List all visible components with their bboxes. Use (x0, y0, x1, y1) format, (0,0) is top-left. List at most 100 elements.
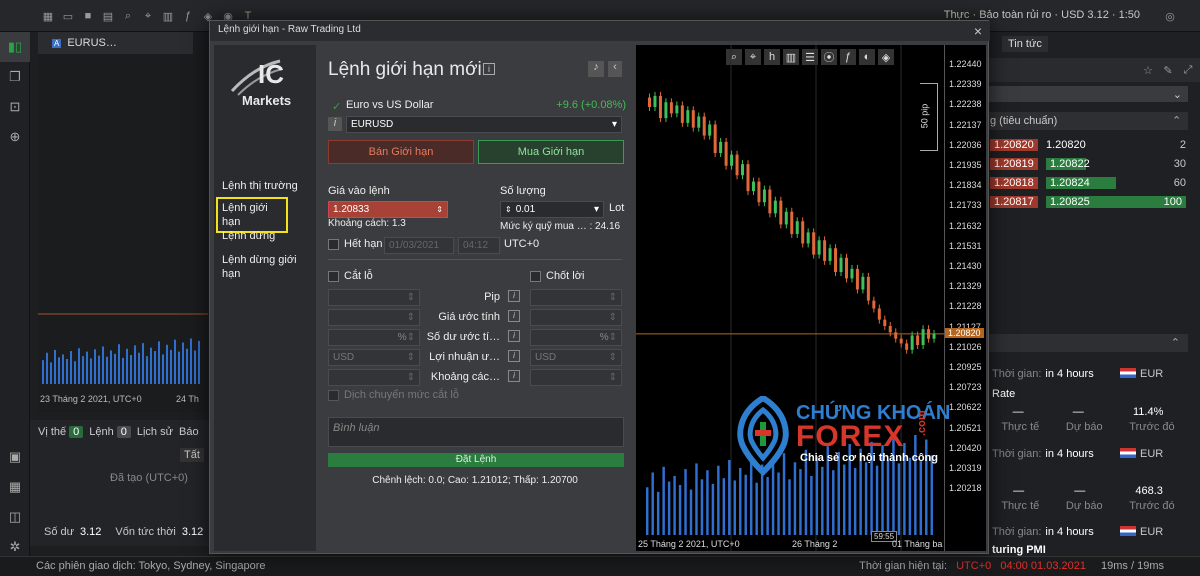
volume-bar (914, 435, 917, 535)
buy-price-row[interactable]: 1.20825 100 (1046, 196, 1186, 208)
collapse-icon[interactable]: ⌃ (1172, 114, 1181, 127)
chat-icon[interactable]: ▭ (60, 8, 76, 24)
tp-distance-input[interactable]: ⇕ (530, 369, 622, 386)
expiry-label: Hết hạn (344, 238, 383, 250)
side-stop-order[interactable]: Lệnh dừng (222, 229, 310, 243)
zoom-icon[interactable]: ⌕ (120, 8, 136, 24)
takeprofit-label: Chốt lời (546, 270, 585, 282)
tab-positions[interactable]: Vị thế 0 (38, 426, 84, 438)
cursor-icon[interactable]: ⌖ (140, 8, 156, 24)
bg-volume-bar (62, 354, 64, 384)
quantity-input[interactable]: ⇕ 0.01 ▾ (500, 201, 604, 218)
star-icon[interactable]: ☆ (1140, 62, 1156, 78)
volume-bar (739, 467, 742, 535)
volume: 30 (1173, 158, 1186, 170)
expiry-date-input[interactable]: 01/03/2021 (384, 237, 454, 254)
bg-volume-bar (74, 361, 76, 384)
volume-bar (695, 463, 698, 535)
sl-pip-input[interactable]: ⇕ (328, 289, 420, 306)
volume-bar (662, 466, 665, 535)
event-currency-2: EUR (1120, 448, 1163, 460)
side-stop-limit-order[interactable]: Lệnh dừng giới hạn (222, 253, 310, 281)
info-icon[interactable]: i (508, 290, 520, 302)
symbol-select[interactable]: EURUSD ▾ (346, 116, 622, 133)
filter-dropdown[interactable]: Tất (180, 448, 204, 462)
lot-label: Lot (609, 202, 625, 214)
info-icon[interactable]: i (508, 310, 520, 322)
new-chart-icon[interactable]: ▦ (40, 8, 56, 24)
tp-pct-input[interactable]: % ⇕ (530, 329, 622, 346)
price-tick: 1.22137 (949, 119, 982, 130)
candle-body (686, 110, 690, 123)
expand-icon[interactable]: ⤢ (1180, 62, 1196, 78)
analysis-icon[interactable]: ⊕ (0, 122, 30, 152)
chart-mode-icon[interactable]: ▮▯ (0, 32, 30, 62)
close-icon[interactable]: × (974, 23, 982, 39)
bg-volume-bar (186, 348, 188, 384)
candle-body (927, 329, 931, 339)
stoploss-checkbox[interactable] (328, 271, 339, 282)
edit-icon[interactable]: ✎ (1160, 62, 1176, 78)
store-icon[interactable]: ▦ (0, 472, 30, 502)
trailing-checkbox[interactable] (328, 390, 339, 401)
sl-usd-input[interactable]: USD ⇕ (328, 349, 420, 366)
sl-distance-input[interactable]: ⇕ (328, 369, 420, 386)
buy-price[interactable]: 1.20824 (1046, 177, 1116, 189)
quantity-label: Số lượng (500, 185, 546, 197)
tp-pip-input[interactable]: ⇕ (530, 289, 622, 306)
layout-icon[interactable]: ■ (80, 8, 96, 24)
tab-reports[interactable]: Báo (179, 426, 199, 438)
info-icon[interactable]: i (508, 370, 520, 382)
sl-price-input[interactable]: ⇕ (328, 309, 420, 326)
entry-price-input[interactable]: 1.20833 ⇕ (328, 201, 448, 218)
candle-body (757, 181, 761, 203)
robot-icon[interactable]: ⊡ (0, 92, 30, 122)
tp-price-input[interactable]: ⇕ (530, 309, 622, 326)
sell-price[interactable]: 1.20820 (990, 139, 1038, 151)
info-icon[interactable]: i (508, 330, 520, 342)
info-icon[interactable]: i (483, 63, 495, 75)
symbol-dropdown[interactable]: ⌄ (988, 86, 1188, 102)
sell-price[interactable]: 1.20817 (990, 196, 1038, 208)
takeprofit-checkbox[interactable] (530, 271, 541, 282)
sell-limit-button[interactable]: Bán Giới hạn (328, 140, 474, 164)
bell-icon[interactable]: ♪ (588, 61, 604, 77)
user-icon[interactable]: ◎ (1162, 8, 1178, 24)
comment-input[interactable]: Bình luận (328, 417, 624, 447)
wallet-icon[interactable]: ◫ (0, 502, 30, 532)
side-limit-order[interactable]: Lệnh giới hạn (216, 197, 288, 233)
place-order-button[interactable]: Đặt Lệnh (328, 453, 624, 467)
bg-volume-bar (54, 349, 56, 384)
buy-price[interactable]: 1.20820 (1046, 139, 1086, 151)
volume-bar (711, 483, 715, 535)
buy-price[interactable]: 1.20822 (1046, 158, 1090, 170)
candle-body (850, 268, 854, 279)
tab-news[interactable]: Tin tức (1002, 36, 1048, 52)
price-tick: 1.20622 (949, 402, 982, 413)
expiry-checkbox[interactable] (328, 239, 339, 250)
watermark-tagline: Chia sẻ cơ hội thành công (800, 452, 938, 464)
bg-volume-bar (50, 362, 52, 384)
sell-price[interactable]: 1.20819 (990, 158, 1038, 170)
sell-price[interactable]: 1.20818 (990, 177, 1038, 189)
f-icon[interactable]: ƒ (180, 8, 196, 24)
tab-history[interactable]: Lịch sử (137, 426, 173, 438)
candle-body (648, 97, 652, 108)
sl-pct-input[interactable]: % ⇕ (328, 329, 420, 346)
briefcase-icon[interactable]: ▣ (0, 442, 30, 472)
symbol-info-icon[interactable]: i (328, 117, 342, 131)
bars-icon[interactable]: ▥ (160, 8, 176, 24)
tp-usd-input[interactable]: USD ⇕ (530, 349, 622, 366)
chart-tab[interactable]: A EURUS… (38, 32, 193, 54)
volume-bar (700, 479, 704, 535)
tab-orders[interactable]: Lệnh 0 (89, 426, 131, 438)
side-market-order[interactable]: Lệnh thị trường (222, 179, 310, 193)
expiry-time-input[interactable]: 04:12 (458, 237, 500, 254)
grid-icon[interactable]: ▤ (100, 8, 116, 24)
info-icon[interactable]: i (508, 350, 520, 362)
candle-body (773, 200, 777, 214)
copy-icon[interactable]: ❐ (0, 62, 30, 92)
buy-limit-button[interactable]: Mua Giới hạn (478, 140, 624, 164)
event-cols-1: Thực tế Dự báo Trước đó (1001, 421, 1175, 433)
collapse-left-icon[interactable]: ‹ (608, 61, 622, 77)
